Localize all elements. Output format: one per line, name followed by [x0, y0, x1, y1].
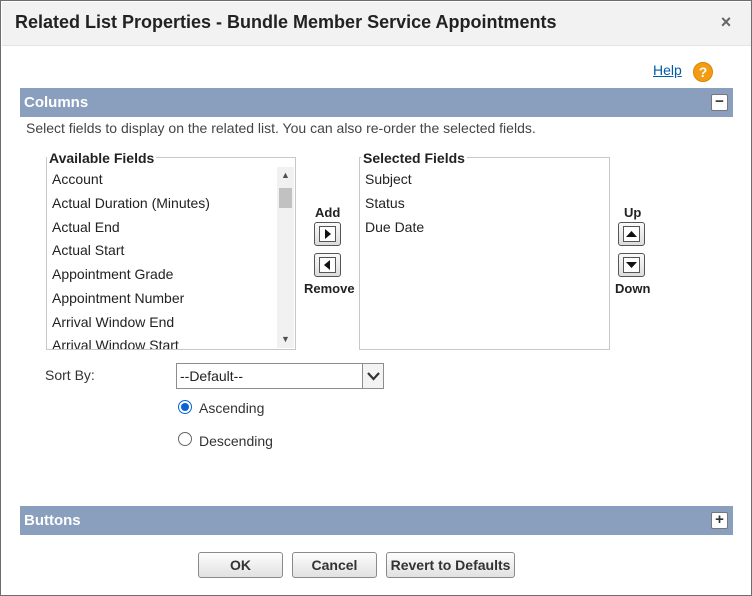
help-link[interactable]: Help — [653, 62, 682, 78]
available-field-item[interactable]: Actual End — [52, 219, 120, 235]
ascending-radio[interactable] — [178, 400, 192, 414]
available-field-label: Arrival Window Start — [52, 337, 179, 349]
selected-field-item[interactable]: Status — [365, 195, 405, 211]
remove-button[interactable] — [314, 253, 341, 277]
available-field-item[interactable]: Arrival Window End — [52, 314, 174, 330]
selected-field-item[interactable]: Due Date — [365, 219, 424, 235]
scroll-thumb[interactable] — [279, 188, 292, 208]
sort-by-select[interactable]: --Default-- — [176, 363, 384, 389]
ascending-label: Ascending — [199, 400, 265, 416]
columns-instructions: Select fields to display on the related … — [26, 120, 536, 136]
available-field-item[interactable]: Appointment Number — [52, 290, 184, 306]
descending-radio[interactable] — [178, 432, 192, 446]
available-field-item[interactable]: Account — [52, 171, 103, 187]
buttons-section-header: Buttons + — [20, 506, 733, 535]
collapse-columns-icon[interactable]: − — [711, 94, 728, 111]
related-list-properties-dialog: Related List Properties - Bundle Member … — [0, 0, 752, 596]
available-field-item[interactable]: Appointment Grade — [52, 266, 173, 282]
dialog-title-bar: Related List Properties - Bundle Member … — [2, 2, 751, 46]
selected-fields-label: Selected Fields — [361, 150, 467, 166]
scroll-up-arrow-icon[interactable]: ▲ — [277, 167, 294, 184]
arrow-down-icon — [623, 257, 640, 273]
expand-buttons-icon[interactable]: + — [711, 512, 728, 529]
move-up-button[interactable] — [618, 222, 645, 246]
up-label: Up — [624, 205, 642, 220]
add-label: Add — [315, 205, 341, 220]
arrow-right-icon — [319, 226, 336, 242]
available-fields-list[interactable]: Account Actual Duration (Minutes) Actual… — [46, 157, 296, 350]
help-icon[interactable]: ? — [693, 62, 713, 82]
available-fields-label: Available Fields — [47, 150, 157, 166]
revert-to-defaults-button[interactable]: Revert to Defaults — [386, 552, 515, 578]
selected-field-item[interactable]: Subject — [365, 171, 412, 187]
available-field-item[interactable]: Actual Duration (Minutes) — [52, 195, 210, 211]
sort-by-value: --Default-- — [180, 368, 244, 384]
remove-label: Remove — [304, 281, 355, 296]
down-label: Down — [615, 281, 651, 296]
columns-section-title: Columns — [24, 94, 89, 111]
descending-label: Descending — [199, 433, 273, 449]
available-field-item[interactable]: Arrival Window Start — [52, 337, 179, 349]
scroll-down-arrow-icon[interactable]: ▼ — [277, 331, 294, 348]
chevron-down-icon[interactable] — [362, 364, 383, 388]
add-button[interactable] — [314, 222, 341, 246]
available-fields-scrollbar[interactable]: ▲ ▼ — [277, 167, 294, 348]
ok-button[interactable]: OK — [198, 552, 283, 578]
arrow-up-icon — [623, 226, 640, 242]
dialog-title: Related List Properties - Bundle Member … — [15, 12, 557, 32]
arrow-left-icon — [319, 257, 336, 273]
close-icon[interactable]: × — [717, 13, 735, 31]
sort-by-label: Sort By: — [45, 367, 95, 383]
move-down-button[interactable] — [618, 253, 645, 277]
available-field-item[interactable]: Actual Start — [52, 242, 124, 258]
cancel-button[interactable]: Cancel — [292, 552, 377, 578]
columns-section-header: Columns − — [20, 88, 733, 117]
selected-fields-list[interactable]: Subject Status Due Date — [359, 157, 610, 350]
buttons-section-title: Buttons — [24, 512, 81, 529]
